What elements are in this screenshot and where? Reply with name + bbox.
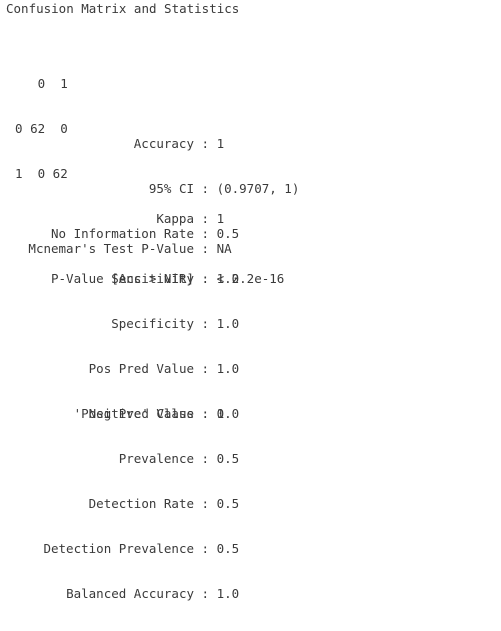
stat-label: Sensitivity (111, 271, 194, 286)
stat-value: 1.0 (216, 316, 240, 331)
output-title: Confusion Matrix and Statistics (6, 1, 240, 16)
stat-label: Detection Prevalence (43, 541, 194, 556)
stat-value: 1 (216, 136, 225, 151)
stat-label: Detection Rate (88, 496, 194, 511)
positive-class-stat: 'Positive' Class : 0 (0, 376, 225, 451)
stat-prevalence: Prevalence : 0.5 (0, 451, 239, 466)
stat-value: 0.5 (216, 451, 240, 466)
stat-label: Prevalence (118, 451, 194, 466)
stat-value: 1.0 (216, 586, 240, 601)
matrix-header: 0 1 (0, 76, 68, 91)
stat-value: (0.9707, 1) (216, 181, 300, 196)
stat-detection-rate: Detection Rate : 0.5 (0, 496, 240, 511)
stat-value: 0.5 (216, 541, 240, 556)
stat-accuracy: Accuracy : 1 (0, 136, 299, 151)
stat-specificity: Specificity : 1.0 (0, 316, 239, 331)
stat-label: Balanced Accuracy (66, 586, 194, 601)
stat-value: 0.5 (216, 496, 240, 511)
stat-value: 0 (216, 406, 225, 421)
stat-label: Accuracy (133, 136, 194, 151)
stat-value: 1.0 (216, 271, 240, 286)
stat-balanced-accuracy: Balanced Accuracy : 1.0 (0, 586, 239, 601)
stat-pos-pred: Pos Pred Value : 1.0 (0, 361, 240, 376)
stat-label: Specificity (111, 316, 194, 331)
stat-sensitivity: Sensitivity : 1.0 (0, 271, 239, 286)
stat-value: 1.0 (216, 361, 240, 376)
console-output: Confusion Matrix and Statistics 0 1 0 62… (0, 0, 501, 601)
stat-label: Pos Pred Value (88, 361, 194, 376)
stat-detection-prevalence: Detection Prevalence : 0.5 (0, 541, 239, 556)
stat-positive-class: 'Positive' Class : 0 (0, 406, 225, 421)
stat-label: 'Positive' Class (73, 406, 194, 421)
